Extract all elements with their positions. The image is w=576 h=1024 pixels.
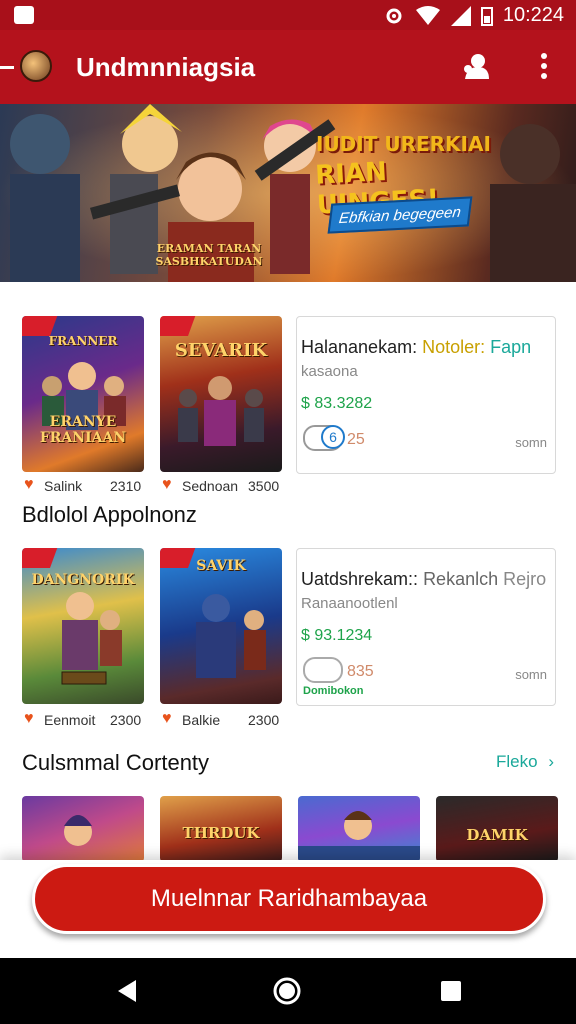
hero-banner[interactable]: ERAMAN TARAN SASBHKATUDAN IUDIT URERKIAI… [0, 104, 576, 282]
detail-price: $ 93.1234 [301, 627, 373, 644]
heart-icon[interactable]: ♥ [24, 477, 38, 493]
game-thumbnail[interactable]: FRANNER ERANYE FRANIAAN [22, 316, 144, 472]
cta-container: Muelnnar Raridhambayaa [0, 860, 576, 958]
banner-caption-line2: SASBHKATUDAN [155, 255, 263, 268]
more-vert-icon[interactable] [524, 46, 564, 86]
primary-cta-button[interactable]: Muelnnar Raridhambayaa [32, 864, 546, 934]
thumbnail-title: ERANYE FRANIAAN [39, 414, 127, 446]
back-icon[interactable] [116, 978, 138, 1004]
thumbnail-art [64, 815, 92, 846]
see-all-label: Fleko [496, 752, 538, 771]
detail-title-accent2: Fapn [490, 337, 532, 357]
detail-right-text: somn [515, 667, 547, 682]
game-thumbnail[interactable]: SAVIK [160, 548, 282, 704]
app-bar: Undmnniagsia [0, 30, 576, 104]
user-icon[interactable] [456, 46, 496, 86]
notification-icon [14, 6, 34, 24]
game-thumbnail-small[interactable] [298, 796, 420, 862]
chevron-right-icon: › [548, 752, 554, 771]
detail-title-accent2: Rejro [503, 569, 547, 589]
thumbnail-top-text: FRANNER [48, 334, 118, 348]
detail-title-main: Uatdshrekam:: [301, 569, 419, 589]
detail-count: 835 [347, 663, 374, 680]
badge-number: 6 [321, 425, 345, 449]
detail-right-text: somn [515, 435, 547, 450]
controller-icon: 6 [303, 425, 345, 451]
game-thumbnail[interactable]: SEVARIK [160, 316, 282, 472]
thumbnail-top-text: THRDUK [182, 824, 260, 842]
thumbnail-top-text: SEVARIK [174, 340, 268, 361]
heart-icon[interactable]: ♥ [24, 711, 38, 727]
card-count: 2300 [248, 712, 280, 728]
detail-count: 25 [347, 431, 365, 448]
detail-subtitle: kasaona [301, 363, 358, 380]
thumbnail-top-text: SAVIK [196, 558, 246, 574]
game-thumbnail-small[interactable] [22, 796, 144, 862]
detail-title-main: Halananekam: [301, 337, 418, 357]
recents-icon[interactable] [440, 980, 462, 1002]
detail-title: Halananekam: Notoler: Fapn [301, 337, 531, 358]
controller-icon [303, 657, 343, 683]
battery-icon [480, 6, 493, 26]
banner-caption-line1: ERAMAN TARAN [156, 242, 262, 255]
settings-icon [386, 8, 402, 23]
thumbnail-top-text: DAMIK [466, 826, 528, 844]
detail-price: $ 83.3282 [301, 395, 373, 412]
featured-game-card[interactable]: Uatdshrekam:: Rekanlch Rejro Ranaanootle… [296, 548, 556, 706]
card-count: 2310 [110, 478, 142, 494]
card-count: 2300 [110, 712, 142, 728]
wifi-icon [415, 5, 440, 25]
card-count: 3500 [248, 478, 280, 494]
card-label: Balkie [182, 712, 221, 728]
game-thumbnail-small[interactable]: DAMIK [436, 796, 558, 862]
app-logo [20, 50, 52, 82]
detail-title-accent1: Rekanlch [423, 569, 499, 589]
detail-title-accent1: Notoler: [422, 337, 486, 357]
game-thumbnail-small[interactable]: THRDUK [160, 796, 282, 862]
section-title: Culsmmal Cortenty [22, 750, 210, 775]
thumbnail-top-text: DANGNORIK [31, 572, 135, 588]
signal-icon [450, 5, 471, 26]
status-icons: 10:224 [383, 4, 564, 27]
drawer-edge[interactable] [0, 66, 14, 69]
featured-game-card[interactable]: Halananekam: Notoler: Fapn kasaona $ 83.… [296, 316, 556, 474]
home-icon[interactable] [272, 976, 302, 1006]
card-label: Eenmoit [44, 712, 96, 728]
section-title: Bdlolol Appolnonz [22, 502, 197, 527]
status-bar: 10:224 [0, 0, 576, 30]
card-label: Salink [44, 478, 83, 494]
status-time: 10:224 [502, 4, 564, 26]
see-all-link[interactable]: Fleko › [496, 752, 554, 772]
thumbnail-art [298, 811, 420, 862]
heart-icon[interactable]: ♥ [162, 711, 176, 727]
detail-subtitle: Ranaanootlenl [301, 595, 398, 612]
app-title: Undmnniagsia [76, 52, 256, 82]
banner-character-caption: ERAMAN TARAN SASBHKATUDAN [154, 242, 264, 268]
game-thumbnail[interactable]: DANGNORIK [22, 548, 144, 704]
detail-green-text: Domibokon [303, 685, 364, 697]
heart-icon[interactable]: ♥ [162, 477, 176, 493]
system-nav-bar [0, 958, 576, 1024]
card-label: Sednoan [182, 478, 239, 494]
detail-title: Uatdshrekam:: Rekanlch Rejro [301, 569, 546, 590]
